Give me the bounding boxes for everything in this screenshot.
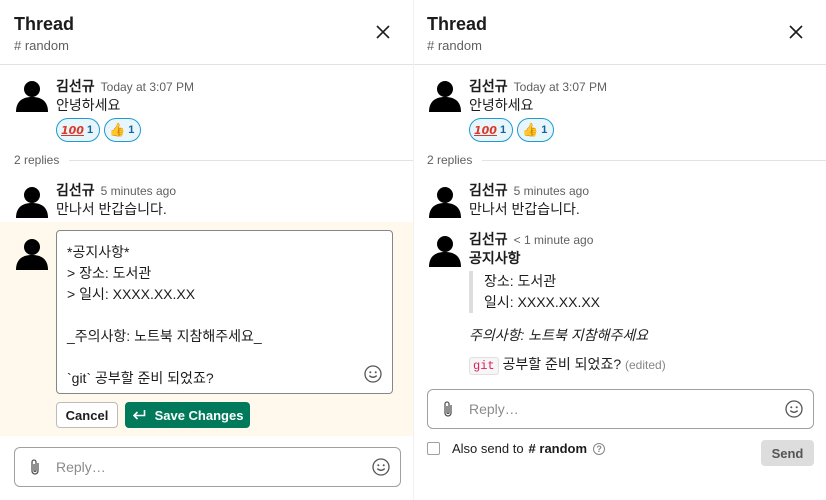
message-text: 만나서 반갑습니다.	[469, 201, 580, 217]
reply-input[interactable]: Reply…	[14, 447, 401, 487]
save-changes-label: Save Changes	[154, 407, 244, 423]
avatar[interactable]	[14, 234, 50, 270]
message-header: 김선규 Today at 3:07 PM	[469, 76, 607, 96]
avatar[interactable]	[14, 76, 50, 112]
edit-line: > 일시: XXXX.XX.XX	[67, 286, 196, 302]
avatar[interactable]	[14, 182, 50, 218]
edit-line: `git` 공부할 준비 되었죠?	[67, 370, 214, 386]
edit-line	[67, 305, 392, 326]
message-header: 김선규 5 minutes ago	[469, 180, 589, 200]
message-text: 안녕하세요	[469, 97, 534, 113]
message-header: 김선규 Today at 3:07 PM	[56, 76, 194, 96]
close-icon[interactable]	[788, 24, 804, 40]
edit-line: *공지사항*	[67, 244, 130, 260]
divider-line	[482, 159, 826, 161]
thread-pane-right: Thread # random 김선규 Today at 3:07 PM 안녕하세…	[413, 0, 826, 500]
reply-message: 김선규 5 minutes ago 만나서 반갑습니다.	[413, 180, 826, 220]
author-name[interactable]: 김선규	[469, 231, 508, 247]
thread-pane-left: Thread # random 김선규 Today at 3:07 PM 안녕하세…	[0, 0, 413, 500]
reaction-count: 1	[128, 124, 135, 136]
quote-line: 일시: XXXX.XX.XX	[484, 294, 601, 310]
edit-line	[67, 347, 392, 368]
paperclip-icon[interactable]	[440, 400, 456, 418]
reply-input[interactable]: Reply…	[427, 389, 814, 429]
thread-channel[interactable]: # random	[14, 38, 413, 54]
blockquote: 장소: 도서관 일시: XXXX.XX.XX	[469, 271, 600, 313]
smiley-icon[interactable]	[785, 400, 803, 418]
timestamp[interactable]: < 1 minute ago	[514, 233, 594, 247]
thumbs-up-emoji-icon: 👍	[109, 122, 126, 138]
message-text: 만나서 반갑습니다.	[56, 201, 167, 217]
thread-header: Thread # random	[0, 0, 413, 65]
also-send-checkbox[interactable]	[427, 442, 440, 455]
reply-message: 김선규 5 minutes ago 만나서 반갑습니다.	[0, 180, 413, 220]
avatar[interactable]	[427, 76, 463, 112]
smiley-icon[interactable]	[372, 458, 390, 476]
edit-message-input[interactable]: *공지사항* > 장소: 도서관 > 일시: XXXX.XX.XX _주의사항:…	[56, 230, 393, 394]
reaction-count: 1	[541, 124, 548, 136]
message-header: 김선규 5 minutes ago	[56, 180, 176, 200]
author-name[interactable]: 김선규	[469, 182, 508, 198]
reactions: 100 1 👍 1	[56, 118, 142, 142]
question-icon[interactable]: ?	[593, 442, 606, 455]
replies-divider: 2 replies	[427, 153, 826, 167]
thread-channel[interactable]: # random	[427, 38, 826, 54]
notice-title: 공지사항	[469, 250, 521, 266]
author-name[interactable]: 김선규	[469, 78, 508, 94]
thumbs-up-emoji-icon: 👍	[522, 122, 539, 138]
italic-note: 주의사항: 노트북 지참해주세요	[469, 327, 649, 343]
save-changes-button[interactable]: Save Changes	[125, 402, 250, 428]
edit-line: _주의사항: 노트북 지참해주세요_	[67, 328, 262, 344]
thread-header: Thread # random	[413, 0, 826, 65]
edit-line: > 장소: 도서관	[67, 265, 152, 281]
parent-message: 김선규 Today at 3:07 PM 안녕하세요 100 1 👍 1	[413, 74, 826, 144]
author-name[interactable]: 김선규	[56, 182, 95, 198]
also-send-option: Also send to # random ?	[427, 441, 606, 456]
replies-count: 2 replies	[14, 153, 60, 167]
message-header: 김선규 < 1 minute ago	[469, 229, 593, 249]
timestamp[interactable]: Today at 3:07 PM	[514, 80, 607, 94]
reaction-count: 1	[499, 124, 507, 136]
divider-line	[69, 159, 413, 161]
reply-placeholder: Reply…	[469, 401, 519, 417]
replies-count: 2 replies	[427, 153, 473, 167]
code-line: git 공부할 준비 되었죠? (edited)	[469, 355, 666, 375]
edited-label: (edited)	[625, 358, 666, 372]
reaction-100[interactable]: 100 1	[469, 118, 514, 142]
hundred-emoji-icon: 100	[61, 123, 84, 137]
replies-divider: 2 replies	[14, 153, 413, 167]
enter-arrow-icon	[132, 410, 145, 420]
cancel-button[interactable]: Cancel	[56, 402, 118, 428]
message-text: 안녕하세요	[56, 97, 121, 113]
edit-message-area: *공지사항* > 장소: 도서관 > 일시: XXXX.XX.XX _주의사항:…	[0, 222, 413, 436]
timestamp[interactable]: Today at 3:07 PM	[101, 80, 194, 94]
reactions: 100 1 👍 1	[469, 118, 555, 142]
inline-code: git	[469, 357, 499, 375]
reply-placeholder: Reply…	[56, 459, 106, 475]
avatar[interactable]	[427, 231, 463, 267]
timestamp[interactable]: 5 minutes ago	[101, 184, 176, 198]
timestamp[interactable]: 5 minutes ago	[514, 184, 589, 198]
parent-message: 김선규 Today at 3:07 PM 안녕하세요 100 1 👍 1	[0, 74, 413, 144]
close-icon[interactable]	[375, 24, 391, 40]
also-send-channel: # random	[528, 441, 588, 456]
author-name[interactable]: 김선규	[56, 78, 95, 94]
pane-separator	[413, 0, 414, 500]
thread-title: Thread	[427, 14, 488, 34]
avatar[interactable]	[427, 182, 463, 218]
quote-line: 장소: 도서관	[484, 273, 557, 289]
hundred-emoji-icon: 100	[474, 123, 497, 137]
reaction-thumbsup[interactable]: 👍 1	[517, 118, 555, 142]
code-line-text: 공부할 준비 되었죠?	[498, 356, 622, 372]
reaction-thumbsup[interactable]: 👍 1	[104, 118, 142, 142]
smiley-icon[interactable]	[364, 365, 382, 383]
edited-reply-message: 김선규 < 1 minute ago 공지사항 장소: 도서관 일시: XXXX.…	[413, 229, 826, 379]
reaction-count: 1	[86, 124, 94, 136]
reaction-100[interactable]: 100 1	[56, 118, 101, 142]
also-send-label: Also send to	[452, 441, 524, 456]
paperclip-icon[interactable]	[27, 458, 43, 476]
thread-title: Thread	[14, 14, 75, 34]
send-button[interactable]: Send	[761, 440, 814, 466]
